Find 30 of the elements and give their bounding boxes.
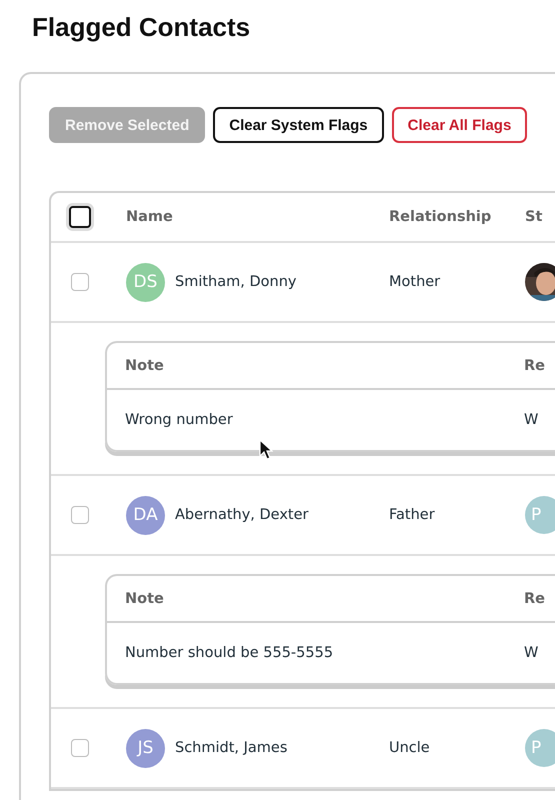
- page-title: Flagged Contacts: [31, 11, 252, 44]
- table-cell: W: [524, 412, 538, 428]
- action-button[interactable]: Clear All Flags: [392, 107, 528, 143]
- contact-name: Schmidt, James: [175, 740, 288, 756]
- student-avatar: P: [525, 496, 555, 534]
- contact-avatar: DA: [126, 496, 165, 534]
- cursor-icon: [259, 439, 273, 461]
- note-text: Wrong number: [124, 412, 234, 428]
- contact-avatar: DS: [126, 262, 165, 302]
- row-checkbox[interactable]: [71, 506, 89, 524]
- column-header: Re: [524, 590, 545, 606]
- select-all-checkbox[interactable]: [69, 206, 91, 228]
- relationship-text: Father: [389, 507, 435, 523]
- row-checkbox[interactable]: [71, 739, 89, 757]
- table-cell: W: [524, 645, 538, 661]
- column-header: Name: [126, 209, 173, 225]
- note-text: Number should be 555-5555: [124, 645, 334, 661]
- column-header: St: [525, 209, 542, 225]
- student-avatar: P: [525, 729, 555, 767]
- contact-avatar: JS: [126, 728, 165, 768]
- action-button[interactable]: Clear System Flags: [213, 107, 384, 143]
- column-header: Note: [124, 590, 165, 606]
- column-header: Re: [524, 358, 545, 374]
- column-header: Note: [124, 358, 165, 374]
- row-checkbox[interactable]: [71, 273, 89, 291]
- contact-name: Abernathy, Dexter: [175, 507, 308, 523]
- contact-name: Smitham, Donny: [175, 274, 296, 290]
- relationship-text: Mother: [389, 274, 440, 290]
- column-header: Relationship: [389, 209, 492, 225]
- relationship-text: Uncle: [389, 740, 430, 756]
